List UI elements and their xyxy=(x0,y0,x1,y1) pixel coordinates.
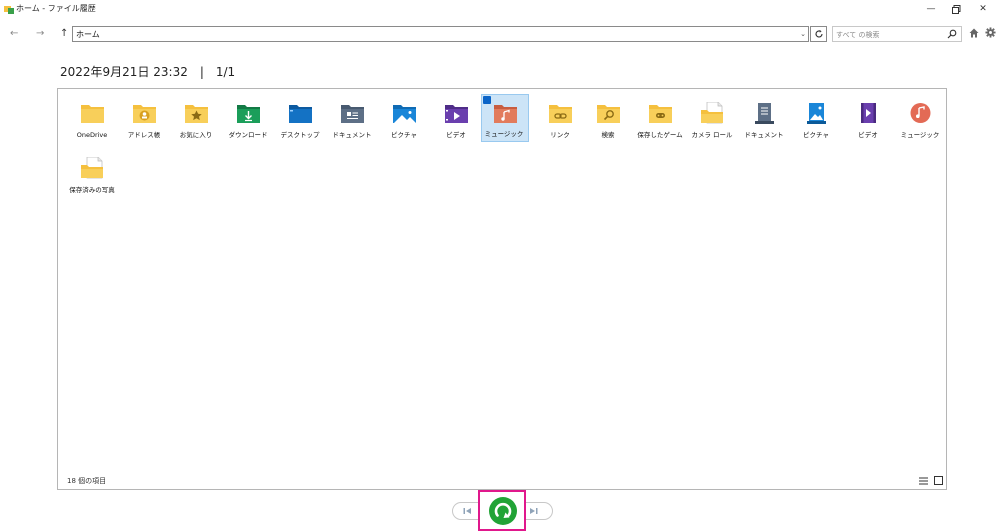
item-label: 検索 xyxy=(601,131,615,139)
item-label: ビデオ xyxy=(858,131,878,139)
restore-window-button[interactable] xyxy=(941,1,971,17)
forward-button[interactable]: → xyxy=(36,28,44,39)
snapshot-datetime: 2022年9月21日 23:32 | 1/1 xyxy=(60,65,236,79)
folder-documents-icon xyxy=(341,105,364,123)
list-item[interactable]: ドキュメント xyxy=(742,94,786,144)
item-label: ピクチャ xyxy=(391,131,417,139)
folder-contacts-icon xyxy=(133,105,156,123)
previous-version-icon[interactable] xyxy=(462,506,472,516)
next-version-icon[interactable] xyxy=(529,506,539,516)
item-label: ミュージック xyxy=(900,131,940,139)
list-item[interactable]: ピクチャ xyxy=(794,94,838,144)
list-item[interactable]: OneDrive xyxy=(70,94,114,144)
list-item[interactable]: ダウンロード xyxy=(226,94,270,144)
item-label: アドレス帳 xyxy=(127,131,161,139)
list-item[interactable]: 保存したゲーム xyxy=(637,94,683,144)
item-label: ドキュメント xyxy=(744,131,784,139)
folder-camera-roll-icon xyxy=(701,102,723,124)
folder-games-icon xyxy=(649,105,672,123)
address-bar[interactable]: ホーム ⌄ xyxy=(72,26,809,42)
item-label: リンク xyxy=(550,131,570,139)
address-path: ホーム xyxy=(76,30,100,39)
list-item[interactable]: 保存済みの写真 xyxy=(69,149,115,199)
up-button[interactable]: ↑ xyxy=(60,28,68,39)
list-item[interactable]: デスクトップ xyxy=(278,94,322,144)
gear-icon[interactable] xyxy=(985,27,996,38)
restore-window-icon xyxy=(951,4,960,14)
list-item[interactable]: リンク xyxy=(538,94,582,144)
item-label: ダウンロード xyxy=(228,131,268,139)
folder-music-icon xyxy=(494,105,517,123)
item-label: デスクトップ xyxy=(280,131,320,139)
item-label: お気に入り xyxy=(179,131,213,139)
list-item[interactable]: カメラ ロール xyxy=(690,94,734,144)
search-icon[interactable] xyxy=(947,29,957,39)
folder-favorites-icon xyxy=(185,105,208,123)
library-pictures-icon xyxy=(807,103,826,124)
large-icons-view-icon[interactable] xyxy=(934,476,943,485)
list-item[interactable]: ビデオ xyxy=(846,94,890,144)
folder-pictures-icon xyxy=(393,105,416,123)
details-view-icon[interactable] xyxy=(919,477,928,485)
chevron-down-icon[interactable]: ⌄ xyxy=(800,30,806,38)
item-label: OneDrive xyxy=(76,131,108,139)
refresh-button[interactable] xyxy=(810,26,827,42)
file-history-app-icon xyxy=(4,6,14,14)
title-bar: ホーム - ファイル履歴 — ✕ xyxy=(0,0,1000,18)
refresh-icon xyxy=(815,30,823,38)
list-item[interactable]: お気に入り xyxy=(174,94,218,144)
item-label: ビデオ xyxy=(446,131,466,139)
list-item-selected[interactable]: ミュージック xyxy=(481,94,529,142)
list-item[interactable]: ピクチャ xyxy=(382,94,426,144)
item-label: カメラ ロール xyxy=(691,131,733,139)
search-placeholder: すべて の検索 xyxy=(836,31,880,39)
library-documents-icon xyxy=(755,103,774,124)
folder-downloads-icon xyxy=(237,105,260,123)
item-label: ピクチャ xyxy=(803,131,829,139)
library-videos-icon xyxy=(861,103,876,123)
folder-desktop-icon xyxy=(289,105,312,123)
item-label: ドキュメント xyxy=(332,131,372,139)
search-input[interactable]: すべて の検索 xyxy=(832,26,962,42)
folder-searches-icon xyxy=(597,105,620,123)
library-music-icon xyxy=(910,103,931,123)
window-title: ホーム - ファイル履歴 xyxy=(16,4,96,13)
folder-videos-icon xyxy=(445,105,468,123)
item-label: 保存したゲーム xyxy=(637,131,683,139)
item-label: 保存済みの写真 xyxy=(69,186,115,194)
item-count: 18 個の項目 xyxy=(67,477,107,485)
item-label: ミュージック xyxy=(484,130,524,138)
folder-onedrive-icon xyxy=(81,105,104,123)
back-button[interactable]: ← xyxy=(10,28,18,39)
folder-links-icon xyxy=(549,105,572,123)
selected-checkbox[interactable] xyxy=(483,96,491,104)
list-item[interactable]: 検索 xyxy=(586,94,630,144)
home-icon[interactable] xyxy=(969,28,979,38)
list-item[interactable]: ビデオ xyxy=(434,94,478,144)
list-item[interactable]: アドレス帳 xyxy=(122,94,166,144)
restore-button[interactable] xyxy=(488,496,518,526)
folder-saved-pictures-icon xyxy=(81,157,103,179)
list-item[interactable]: ミュージック xyxy=(898,94,942,144)
file-list-panel[interactable]: OneDrive アドレス帳 お気に入り ダウンロード デスクトップ ドキュメン… xyxy=(57,88,947,490)
close-button[interactable]: ✕ xyxy=(968,1,998,17)
list-item[interactable]: ドキュメント xyxy=(330,94,374,144)
